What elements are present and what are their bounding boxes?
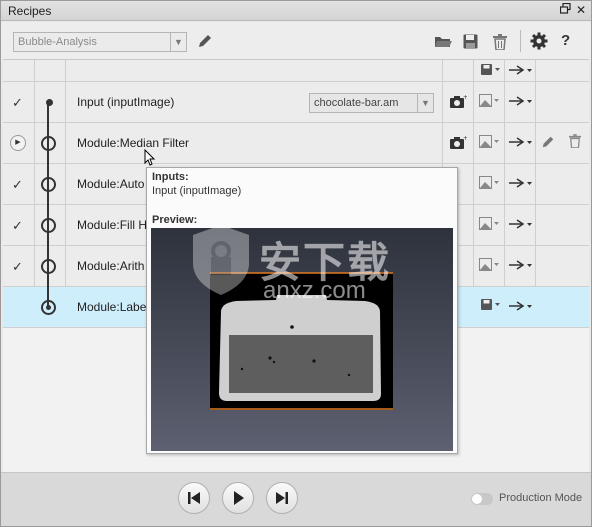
- recipe-step-row[interactable]: ▶ Module:Median Filter +: [3, 123, 589, 164]
- recipe-select-value: Bubble-Analysis: [18, 36, 97, 48]
- step-preview-tooltip: Inputs: Input (inputImage) Preview:: [146, 167, 458, 454]
- float-window-icon[interactable]: [558, 2, 572, 18]
- toolbar-divider: [520, 30, 521, 52]
- export-icon[interactable]: [509, 300, 533, 315]
- table-header-row: [3, 60, 589, 82]
- export-icon[interactable]: [509, 218, 533, 233]
- chevron-down-icon[interactable]: ▼: [417, 94, 433, 112]
- window-title: Recipes: [8, 4, 52, 18]
- play-step-icon[interactable]: ▶: [10, 135, 26, 151]
- production-mode-toggle[interactable]: [471, 493, 493, 505]
- step-label: Module:Labe: [77, 300, 147, 314]
- step-label: Module:Median Filter: [77, 136, 190, 150]
- input-data-value: chocolate-bar.am: [314, 97, 399, 109]
- input-data-select[interactable]: chocolate-bar.am ▼: [309, 93, 434, 113]
- export-icon[interactable]: [509, 177, 533, 192]
- delete-recipe-trash-icon[interactable]: [493, 34, 507, 53]
- svg-text:+: +: [463, 94, 467, 101]
- help-icon[interactable]: ?: [561, 32, 570, 49]
- inputs-value: Input (inputImage): [152, 185, 242, 197]
- check-icon: ✓: [12, 95, 23, 110]
- watermark-logo: [189, 223, 253, 300]
- image-dropdown-icon[interactable]: [479, 135, 501, 152]
- snapshot-camera-icon[interactable]: +: [449, 94, 468, 113]
- recipe-toolbar: Bubble-Analysis ▼ ?: [1, 22, 591, 60]
- watermark-text-en: anxz.com: [263, 277, 366, 304]
- settings-gear-icon[interactable]: [530, 32, 548, 53]
- recipes-panel: Recipes ✕ Bubble-Analysis ▼ ? ✓ Input (i…: [0, 0, 592, 527]
- export-column-icon[interactable]: [509, 64, 533, 79]
- delete-step-trash-icon[interactable]: [569, 134, 581, 151]
- recipe-select[interactable]: Bubble-Analysis ▼: [13, 32, 187, 52]
- playback-bar: Production Mode: [1, 472, 591, 526]
- check-icon: ✓: [12, 218, 23, 233]
- close-window-icon[interactable]: ✕: [574, 3, 588, 18]
- step-label: Input (inputImage): [77, 95, 175, 109]
- skip-forward-icon: [276, 492, 288, 504]
- image-dropdown-icon[interactable]: [479, 94, 501, 111]
- play-button[interactable]: [222, 482, 254, 514]
- inputs-heading: Inputs:: [152, 171, 189, 183]
- step-label: Module:Fill H: [77, 218, 148, 232]
- check-icon: ✓: [12, 259, 23, 274]
- chevron-down-icon[interactable]: ▼: [170, 33, 186, 51]
- export-icon[interactable]: [509, 259, 533, 274]
- step-label: Module:Arith: [77, 259, 145, 273]
- step-connector-line: [47, 101, 49, 306]
- skip-to-end-button[interactable]: [266, 482, 298, 514]
- image-dropdown-icon[interactable]: [479, 217, 501, 234]
- save-icon[interactable]: [463, 34, 478, 52]
- save-dropdown-icon[interactable]: [481, 299, 501, 314]
- skip-back-icon: [188, 492, 200, 504]
- step-label: Module:Auto: [77, 177, 145, 191]
- mouse-cursor-icon: [144, 148, 156, 170]
- open-folder-icon[interactable]: [434, 34, 452, 52]
- recipe-step-row[interactable]: ✓ Input (inputImage) chocolate-bar.am ▼ …: [3, 82, 589, 123]
- skip-to-start-button[interactable]: [178, 482, 210, 514]
- image-dropdown-icon[interactable]: [479, 258, 501, 275]
- export-icon[interactable]: [509, 95, 533, 110]
- edit-step-pencil-icon[interactable]: [541, 135, 555, 152]
- snapshot-camera-icon[interactable]: +: [449, 135, 468, 154]
- edit-recipe-pencil-icon[interactable]: [197, 33, 213, 52]
- play-icon: [234, 491, 244, 505]
- export-icon[interactable]: [509, 136, 533, 151]
- production-mode-label: Production Mode: [499, 492, 583, 504]
- title-bar: Recipes ✕: [1, 1, 591, 21]
- image-dropdown-icon[interactable]: [479, 176, 501, 193]
- svg-text:+: +: [463, 135, 467, 142]
- save-column-icon[interactable]: [481, 64, 501, 79]
- check-icon: ✓: [12, 177, 23, 192]
